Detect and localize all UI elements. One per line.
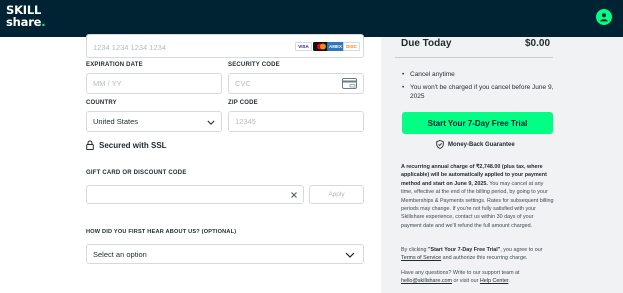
expiration-field[interactable]: MM / YY xyxy=(86,73,222,94)
top-header: SKILL share. xyxy=(0,0,623,37)
support-email-link[interactable]: hello@skillshare.com xyxy=(401,278,452,284)
zip-code-label: ZIP CODE xyxy=(228,100,258,106)
logo-dot: . xyxy=(41,15,46,29)
country-label: COUNTRY xyxy=(86,100,117,106)
gift-card-input[interactable] xyxy=(86,185,304,204)
cvc-card-icon xyxy=(342,78,357,89)
terms-notice: By clicking "Start Your 7-Day Free Trial… xyxy=(401,246,555,263)
user-icon xyxy=(600,13,608,22)
skillshare-logo[interactable]: SKILL share. xyxy=(6,4,46,29)
help-post: . xyxy=(508,278,510,285)
terms-post: and authorize this recurring charge. xyxy=(441,255,528,262)
referral-select[interactable]: Select an option xyxy=(86,244,364,264)
due-today-title: Due Today xyxy=(401,38,452,49)
billing-fine-print: A recurring annual charge of ₹2,748.00 (… xyxy=(401,163,555,230)
help-pre: Have any questions? Write to our support… xyxy=(401,270,520,276)
zip-code-placeholder: 12345 xyxy=(235,117,256,126)
clear-icon[interactable] xyxy=(291,192,297,198)
summary-divider xyxy=(395,57,553,58)
zip-code-field[interactable]: 12345 xyxy=(228,111,364,132)
terms-mid: , you agree to our xyxy=(500,247,543,253)
amex-icon: AMEX xyxy=(327,42,344,51)
help-notice: Have any questions? Write to our support… xyxy=(401,269,555,286)
card-number-field[interactable]: 1234 1234 1234 1234 VISA AMEX DISC xyxy=(86,34,364,58)
guarantee-text: Money-Back Guarantee xyxy=(448,141,515,148)
apply-button[interactable]: Apply xyxy=(309,185,364,204)
country-select[interactable]: United States xyxy=(86,111,222,132)
bullet-text: Cancel anytime xyxy=(410,71,455,78)
terms-pre: By clicking xyxy=(401,247,428,253)
lock-icon xyxy=(86,140,94,150)
help-center-link[interactable]: Help Center xyxy=(480,278,508,284)
card-number-placeholder: 1234 1234 1234 1234 xyxy=(93,43,166,52)
expiration-placeholder: MM / YY xyxy=(93,79,122,88)
security-code-label: SECURITY CODE xyxy=(228,62,280,68)
country-value: United States xyxy=(93,117,139,126)
referral-value: Select an option xyxy=(93,250,147,259)
chevron-down-icon xyxy=(345,252,355,258)
help-mid: or visit our xyxy=(452,278,480,285)
terms-bold: "Start Your 7-Day Free Trial" xyxy=(427,247,501,253)
referral-survey-label: HOW DID YOU FIRST HEAR ABOUT US? (OPTION… xyxy=(86,229,237,235)
expiration-label: EXPIRATION DATE xyxy=(86,62,143,68)
start-free-trial-button[interactable]: Start Your 7-Day Free Trial xyxy=(402,112,553,134)
gift-card-label: GIFT CARD OR DISCOUNT CODE xyxy=(86,170,187,176)
ssl-notice: Secured with SSL xyxy=(86,140,167,150)
chevron-down-icon xyxy=(207,120,215,125)
fine-print-rest: You may cancel at any time, effective at… xyxy=(401,180,554,229)
logo-line-2: share xyxy=(6,15,42,29)
bullet-dot: • xyxy=(402,71,405,78)
ssl-text: Secured with SSL xyxy=(99,140,167,150)
security-code-field[interactable]: CVC xyxy=(228,73,364,94)
bullet-dot: • xyxy=(402,84,405,91)
money-back-guarantee: Money-Back Guarantee xyxy=(436,140,515,149)
avatar[interactable] xyxy=(596,9,612,25)
security-code-placeholder: CVC xyxy=(235,79,251,88)
visa-icon: VISA xyxy=(295,42,312,51)
terms-of-service-link[interactable]: Terms of Service xyxy=(401,255,441,261)
bullet-text: You won't be charged if you cancel befor… xyxy=(410,84,554,100)
due-today-price: $0.00 xyxy=(525,38,551,49)
shield-check-icon xyxy=(436,140,444,149)
discover-icon: DISC xyxy=(343,42,360,51)
